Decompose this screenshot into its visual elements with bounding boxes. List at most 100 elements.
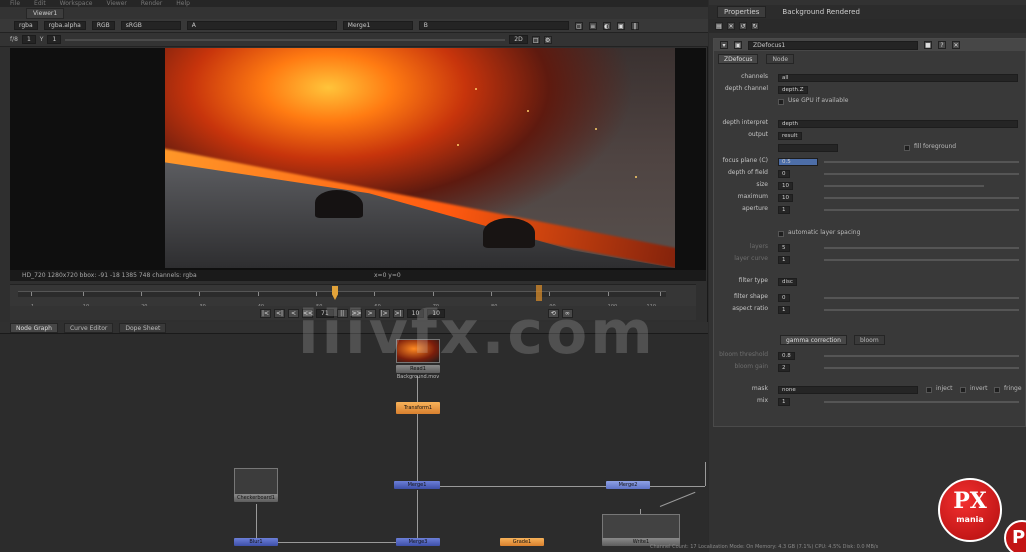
focal-plane-slider[interactable] [824,161,1019,163]
gamma-field[interactable]: 1 [47,35,62,44]
clear-icon[interactable]: ✕ [727,22,735,30]
gain-field[interactable]: 1 [21,35,36,44]
tab-zdefocus[interactable]: ZDefocus [718,54,759,64]
menu-render[interactable]: Render [141,0,162,7]
knob-aspect-ratio: aspect ratio 1 [714,305,1025,315]
bloom-gain-slider[interactable] [824,367,1019,369]
tab-node[interactable]: Node [766,54,795,64]
float-icon[interactable]: ▣ [734,41,742,49]
merge-node[interactable]: Merge3 [396,538,440,546]
merge-node[interactable]: Merge1 [394,481,440,489]
knob-output: output result [714,131,1025,141]
merge-node[interactable]: Merge2 [606,481,650,489]
settings-icon[interactable]: ⚙ [543,35,552,44]
lock-icon[interactable]: ▤ [715,22,723,30]
input-b-select[interactable]: B [418,21,569,30]
bloom-gain-field[interactable]: 2 [778,364,790,372]
filter-shape-slider[interactable] [824,297,1019,299]
use-gpu-checkbox[interactable] [778,99,784,105]
depth-of-field-slider[interactable] [824,173,1019,175]
layer-curve-slider[interactable] [824,259,1019,261]
wire [705,462,706,486]
layers-slider[interactable] [824,247,1019,249]
layers-field[interactable]: 5 [778,244,790,252]
checkerboard-node[interactable]: Checkerboard1 [234,494,278,502]
tab-viewer1[interactable]: Viewer1 [26,7,65,19]
knob-layer-curve: layer curve 1 [714,255,1025,265]
menu-help[interactable]: Help [176,0,190,7]
layer-curve-field[interactable]: 1 [778,256,790,264]
depth-field[interactable]: depth.Z [778,86,808,94]
depth-of-field-field[interactable]: 0 [778,170,790,178]
node-name-field[interactable]: ZDefocus1 [748,40,918,50]
proxy-icon[interactable]: ▣ [616,21,625,30]
channels-field[interactable]: all [778,74,1018,82]
gamma-slider[interactable] [65,38,506,41]
filter-shape-field[interactable]: 0 [778,294,790,302]
aperture-slider[interactable] [824,209,1019,211]
collapse-icon[interactable]: ▾ [720,41,728,49]
channels-select[interactable]: rgba [14,21,38,30]
first-frame-button[interactable]: |< [260,308,271,318]
undo-icon[interactable]: ↺ [739,22,747,30]
mix-slider[interactable] [824,401,1019,403]
view-mode-select[interactable]: 2D [509,35,528,44]
math-field[interactable]: depth [778,120,1018,128]
size-field[interactable]: 10 [778,182,793,190]
automatic-layer-checkbox[interactable] [778,231,784,237]
aspect-ratio-field[interactable]: 1 [778,306,790,314]
colorspace-select[interactable]: RGB [91,21,115,30]
output-field[interactable]: result [778,132,802,140]
menu-file[interactable]: File [10,0,20,7]
roi-icon[interactable]: ▢ [574,21,583,30]
blur-node[interactable]: Blur1 [234,538,278,546]
help-icon[interactable]: ? [938,41,946,49]
fill-foreground-checkbox[interactable] [904,145,910,151]
input-a-select[interactable]: A [186,21,337,30]
lut-select[interactable]: sRGB [120,21,181,30]
mix-field[interactable]: 1 [778,398,790,406]
close-icon[interactable]: ✕ [952,41,960,49]
maximum-slider[interactable] [824,197,1019,199]
transform-node[interactable]: Transform1 [396,402,440,414]
maximum-field[interactable]: 10 [778,194,793,202]
menu-edit[interactable]: Edit [34,0,46,7]
bloom-threshold-field[interactable]: 0.8 [778,352,795,360]
timeline-track[interactable]: 1 10 20 30 40 50 60 70 80 90 100 110 [18,291,666,310]
tab-properties[interactable]: Properties [717,6,767,18]
tab-curve-editor[interactable]: Curve Editor [63,322,114,333]
tab-bloom[interactable]: bloom [854,335,885,345]
tab-gamma-correction[interactable]: gamma correction [780,335,847,345]
write-node-thumbnail[interactable] [602,514,680,540]
invert-checkbox[interactable] [960,387,966,393]
menu-workspace[interactable]: Workspace [60,0,93,7]
color-icon[interactable]: ■ [924,41,932,49]
frame-icon[interactable]: □ [531,35,540,44]
fringe-checkbox[interactable] [994,387,1000,393]
zebra-icon[interactable]: ≡ [588,21,597,30]
bloom-threshold-slider[interactable] [824,355,1019,357]
redo-icon[interactable]: ↻ [751,22,759,30]
prev-keyframe-button[interactable]: <| [274,308,285,318]
knob-mask: mask none inject invert fringe [751,385,1022,394]
overlay-icon[interactable]: ◐ [602,21,611,30]
filter-type-field[interactable]: disc [778,278,797,286]
mask-field[interactable]: none [778,386,918,394]
checkerboard-thumbnail[interactable] [234,468,278,496]
menu-viewer[interactable]: Viewer [106,0,126,7]
pause-icon[interactable]: ‖ [630,21,639,30]
format-info: HD_720 1280x720 bbox: -91 -18 1385 748 c… [22,272,197,279]
preview-field[interactable] [778,144,838,152]
merge-mode-select[interactable]: Merge1 [342,21,413,30]
grade-node[interactable]: Grade1 [500,538,544,546]
focal-plane-field[interactable]: 0.5 [778,158,818,166]
alpha-select[interactable]: rgba.alpha [43,21,86,30]
size-slider[interactable] [824,185,984,187]
aperture-field[interactable]: 1 [778,206,790,214]
aspect-ratio-slider[interactable] [824,309,1019,311]
tab-dope-sheet[interactable]: Dope Sheet [119,322,167,333]
tab-background-rendered[interactable]: Background Rendered [776,7,866,17]
inject-checkbox[interactable] [926,387,932,393]
ember [457,144,459,146]
tab-node-graph[interactable]: Node Graph [10,322,58,333]
